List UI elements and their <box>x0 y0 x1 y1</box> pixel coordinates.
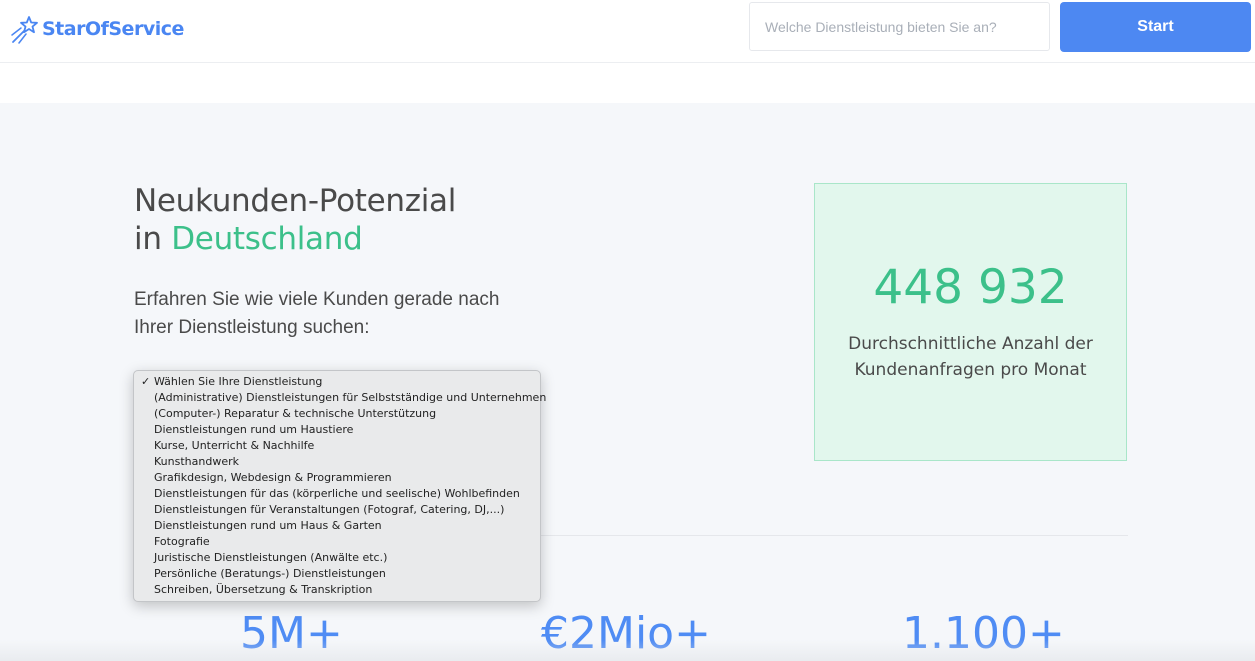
page-title-line1: Neukunden-Potenzial <box>134 183 457 219</box>
stat-services: 1.100+ <box>902 608 1065 659</box>
service-dropdown-menu[interactable]: ✓ Wählen Sie Ihre Dienstleistung (Administ… <box>133 370 546 602</box>
service-option-label: Dienstleistungen für Veranstaltungen (Fo… <box>154 503 505 516</box>
page-title-country: Deutschland <box>171 221 363 257</box>
service-option-label: (Administrative) Dienstleistungen für Se… <box>154 391 547 404</box>
monthly-requests-label-line2: Kundenanfragen pro Monat <box>854 360 1087 380</box>
logo[interactable]: StarOfService <box>10 12 184 46</box>
service-option-label: Dienstleistungen für das (körperliche un… <box>154 487 520 500</box>
service-option[interactable]: ✓ Wählen Sie Ihre Dienstleistung <box>134 374 540 390</box>
service-option-label: Fotografie <box>154 535 210 548</box>
service-option[interactable]: Kunsthandwerk <box>134 454 540 470</box>
service-option-label: Wählen Sie Ihre Dienstleistung <box>154 375 323 388</box>
service-option-label: (Computer-) Reparatur & technische Unter… <box>154 407 437 420</box>
logo-icon <box>11 16 38 44</box>
checkmark-icon: ✓ <box>141 375 151 388</box>
service-option-label: Schreiben, Übersetzung & Transkription <box>154 583 373 596</box>
logo-text: StarOfService <box>42 18 184 40</box>
service-option-label: Juristische Dienstleistungen (Anwälte et… <box>154 551 388 564</box>
service-option[interactable]: Fotografie <box>134 534 540 550</box>
stat-users: 5M+ <box>240 608 343 659</box>
service-option[interactable]: Dienstleistungen rund um Haus & Garten <box>134 518 540 534</box>
service-option-label: Dienstleistungen rund um Haus & Garten <box>154 519 382 532</box>
service-option[interactable]: Schreiben, Übersetzung & Transkription <box>134 582 540 598</box>
service-option-label: Kurse, Unterricht & Nachhilfe <box>154 439 315 452</box>
service-option[interactable]: (Administrative) Dienstleistungen für Se… <box>134 390 546 406</box>
customer-potential-box: 448 932 Durchschnittliche Anzahl der Kun… <box>814 183 1127 461</box>
service-option-label: Grafikdesign, Webdesign & Programmieren <box>154 471 392 484</box>
service-option-label: Kunsthandwerk <box>154 455 239 468</box>
header-spacer <box>0 63 1255 103</box>
page-title: Neukunden-Potenzial in Deutschland <box>134 182 456 258</box>
service-option[interactable]: Kurse, Unterricht & Nachhilfe <box>134 438 540 454</box>
service-option[interactable]: Dienstleistungen für Veranstaltungen (Fo… <box>134 502 540 518</box>
page-subtitle: Erfahren Sie wie viele Kunden gerade nac… <box>134 289 500 338</box>
stat-revenue: €2Mio+ <box>541 608 711 659</box>
service-option[interactable]: Dienstleistungen rund um Haustiere <box>134 422 540 438</box>
monthly-requests-label-line1: Durchschnittliche Anzahl der <box>848 334 1093 354</box>
service-option[interactable]: Juristische Dienstleistungen (Anwälte et… <box>134 550 540 566</box>
service-search-input[interactable] <box>749 2 1050 51</box>
service-option-label: Dienstleistungen rund um Haustiere <box>154 423 354 436</box>
service-option[interactable]: (Computer-) Reparatur & technische Unter… <box>134 406 540 422</box>
start-button[interactable]: Start <box>1060 2 1251 52</box>
monthly-requests-label: Durchschnittliche Anzahl der Kundenanfra… <box>815 331 1126 383</box>
service-option[interactable]: Persönliche (Beratungs-) Dienstleistunge… <box>134 566 540 582</box>
service-option-label: Persönliche (Beratungs-) Dienstleistunge… <box>154 567 386 580</box>
monthly-requests-number: 448 932 <box>873 260 1068 315</box>
header: StarOfService Start <box>0 0 1255 63</box>
service-option[interactable]: Grafikdesign, Webdesign & Programmieren <box>134 470 540 486</box>
service-option[interactable]: Dienstleistungen für das (körperliche un… <box>134 486 540 502</box>
page-title-prefix: in <box>134 221 162 257</box>
